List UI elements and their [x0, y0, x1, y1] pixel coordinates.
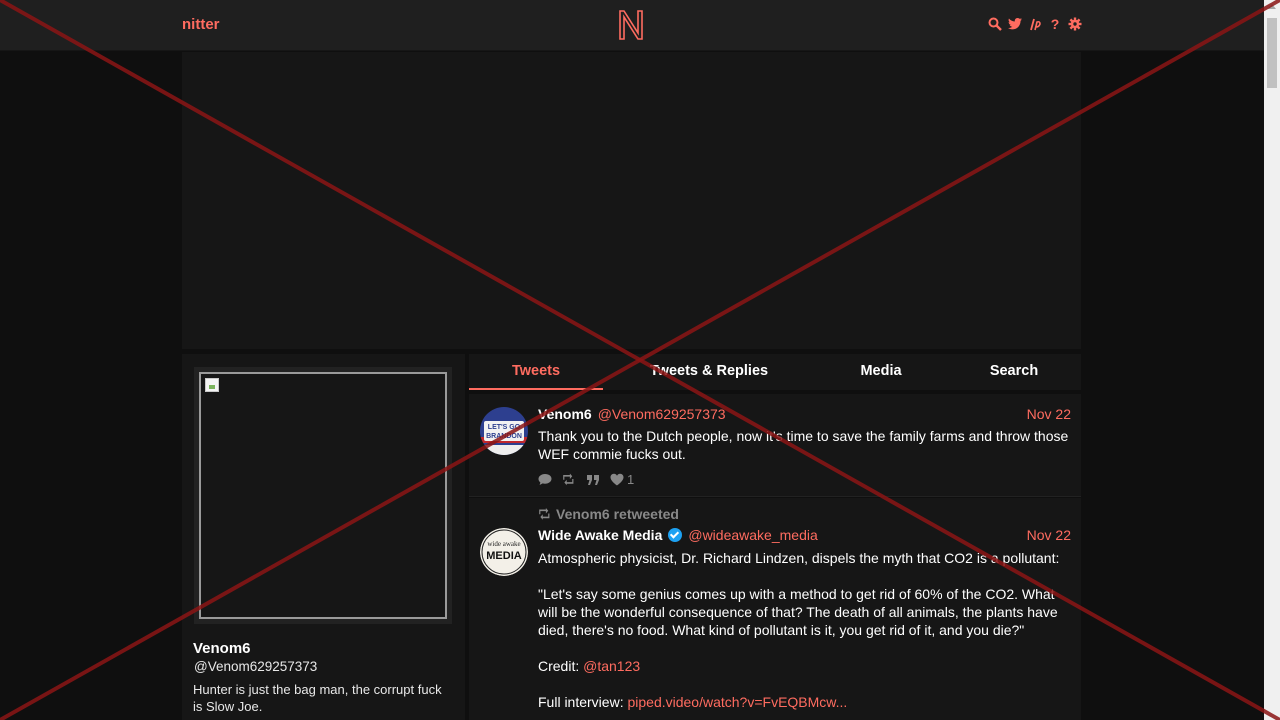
- top-navbar: nitter ?: [0, 0, 1264, 51]
- tweet-interview: Full interview: piped.video/watch?v=FvEQ…: [538, 693, 1071, 711]
- rss-icon[interactable]: [1028, 16, 1042, 32]
- help-icon[interactable]: ?: [1048, 16, 1062, 32]
- interview-label: Full interview:: [538, 694, 624, 710]
- tweet-header: Venom6 @Venom629257373 Nov 22: [538, 406, 1071, 422]
- tab-tweets[interactable]: Tweets: [469, 354, 603, 390]
- scrollbar-thumb[interactable]: [1267, 18, 1277, 88]
- tweet-content: Atmospheric physicist, Dr. Richard Lindz…: [538, 549, 1071, 711]
- profile-banner: [182, 52, 1081, 349]
- credit-link[interactable]: @tan123: [583, 658, 640, 674]
- tab-media[interactable]: Media: [815, 354, 947, 390]
- like-stat[interactable]: 1: [610, 472, 634, 487]
- settings-gear-icon[interactable]: [1068, 16, 1082, 32]
- tweet-content: Thank you to the Dutch people, now it's …: [538, 428, 1069, 462]
- retweet-icon: [539, 508, 550, 520]
- tweet-avatar[interactable]: wide awake MEDIA: [480, 528, 528, 576]
- broken-image-icon: [205, 378, 219, 392]
- nav-icons: ?: [988, 16, 1082, 32]
- retweet-header: Venom6 retweeted: [538, 506, 679, 522]
- tweet-date[interactable]: Nov 22: [1027, 406, 1071, 422]
- brand-link[interactable]: nitter: [182, 16, 220, 33]
- profile-handle[interactable]: @Venom629257373: [194, 659, 317, 674]
- twitter-bird-icon[interactable]: [1008, 16, 1022, 32]
- tab-search[interactable]: Search: [947, 354, 1081, 390]
- avatar-text-bottom: MEDIA: [486, 550, 522, 562]
- search-icon[interactable]: [988, 16, 1002, 32]
- quote-icon[interactable]: [586, 473, 600, 486]
- timeline-item[interactable]: Venom6 retweeted wide awake MEDIA Wide A…: [469, 498, 1081, 720]
- profile-name[interactable]: Venom6: [193, 640, 251, 657]
- tweet-author-name[interactable]: Wide Awake Media: [538, 527, 662, 543]
- tweet-credit: Credit: @tan123: [538, 657, 1071, 675]
- avatar-image-placeholder: [199, 372, 447, 619]
- avatar-text-top: LET'S GO: [488, 424, 521, 431]
- avatar-text-top: wide awake: [487, 540, 520, 548]
- tweet-header: Wide Awake Media @wideawake_media Nov 22: [538, 526, 1071, 543]
- tweet-author-handle[interactable]: @Venom629257373: [598, 406, 726, 422]
- reply-icon[interactable]: [538, 473, 552, 486]
- avatar-text-bottom: BRANDON: [486, 433, 522, 440]
- page-scrollbar[interactable]: [1264, 0, 1280, 720]
- tweet-author-name[interactable]: Venom6: [538, 406, 592, 422]
- retweet-label[interactable]: Venom6 retweeted: [556, 506, 679, 522]
- interview-link[interactable]: piped.video/watch?v=FvEQBMcw...: [627, 694, 847, 710]
- tweet-avatar[interactable]: LET'S GO BRANDON: [480, 407, 528, 455]
- tweet-date[interactable]: Nov 22: [1027, 527, 1071, 543]
- profile-bio: Hunter is just the bag man, the corrupt …: [193, 682, 442, 714]
- tweet-author-handle[interactable]: @wideawake_media: [688, 527, 817, 543]
- retweet-icon[interactable]: [562, 473, 576, 486]
- scroll-up-arrow-icon[interactable]: [1268, 4, 1276, 9]
- tweet-paragraph: Atmospheric physicist, Dr. Richard Lindz…: [538, 550, 1060, 566]
- profile-avatar[interactable]: [194, 367, 452, 624]
- tab-tweets-and-replies[interactable]: Tweets & Replies: [603, 354, 815, 390]
- tweet-paragraph: "Let's say some genius comes up with a m…: [538, 586, 1058, 638]
- heart-icon: [610, 473, 624, 486]
- timeline-item[interactable]: LET'S GO BRANDON Venom6 @Venom629257373 …: [469, 394, 1081, 497]
- nitter-logo[interactable]: [617, 9, 645, 41]
- profile-card: Venom6 @Venom629257373 Hunter is just th…: [182, 354, 465, 720]
- verified-badge-icon: [668, 528, 683, 542]
- credit-label: Credit:: [538, 658, 580, 674]
- tweet-stats: 1: [538, 472, 634, 487]
- like-count: 1: [627, 472, 635, 487]
- timeline-tabs: Tweets Tweets & Replies Media Search: [469, 354, 1081, 390]
